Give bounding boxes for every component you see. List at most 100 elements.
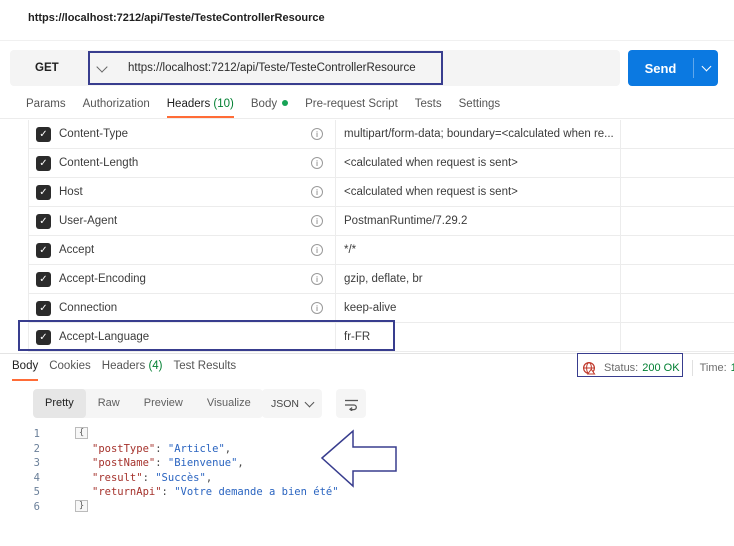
line-number: 2 xyxy=(33,442,40,455)
wrap-lines-button[interactable] xyxy=(336,389,366,418)
view-mode-pretty[interactable]: Pretty xyxy=(33,389,86,418)
method-chevron-down-icon[interactable] xyxy=(96,60,108,73)
status-label: Status: xyxy=(604,361,639,374)
header-checkbox[interactable]: ✓ xyxy=(29,323,59,351)
view-mode-preview[interactable]: Preview xyxy=(132,389,195,418)
time-label: Time: xyxy=(699,361,727,374)
response-tab-cookies[interactable]: Cookies xyxy=(49,354,91,381)
header-key-cell[interactable]: Connection i xyxy=(59,294,336,322)
header-checkbox[interactable]: ✓ xyxy=(29,236,59,264)
tab-params[interactable]: Params xyxy=(26,92,66,118)
tab-pre-request-script[interactable]: Pre-request Script xyxy=(305,92,398,118)
request-url-bar: GET https://localhost:7212/api/Teste/Tes… xyxy=(10,50,620,86)
header-checkbox[interactable]: ✓ xyxy=(29,149,59,177)
response-tab-test-results[interactable]: Test Results xyxy=(174,354,237,381)
response-tab-headers[interactable]: Headers (4) xyxy=(102,354,163,381)
format-selector-value: JSON xyxy=(270,397,299,410)
info-icon: i xyxy=(311,128,323,140)
view-mode-raw[interactable]: Raw xyxy=(86,389,132,418)
header-checkbox[interactable]: ✓ xyxy=(29,120,59,148)
response-section-header: Body Cookies Headers (4) Test Results St… xyxy=(0,353,734,381)
header-value-cell[interactable]: fr-FR xyxy=(336,323,621,351)
view-mode-visualize[interactable]: Visualize xyxy=(195,389,263,418)
fold-marker[interactable]: { xyxy=(75,427,88,439)
code-line: 6} xyxy=(0,499,734,515)
send-options-button[interactable] xyxy=(694,61,718,72)
line-number: 1 xyxy=(33,428,40,440)
tab-settings[interactable]: Settings xyxy=(459,92,501,118)
tab-headers-count: (10) xyxy=(213,98,234,110)
response-meta-info: Status: 200 OK Time: 12 m xyxy=(582,354,734,381)
tab-headers[interactable]: Headers (10) xyxy=(166,92,234,118)
format-selector[interactable]: JSON xyxy=(262,389,322,418)
header-key: Connection xyxy=(59,302,118,314)
header-value-cell[interactable]: multipart/form-data; boundary=<calculate… xyxy=(336,120,621,148)
response-tab-body[interactable]: Body xyxy=(12,354,39,381)
checkbox-check-icon: ✓ xyxy=(36,184,51,200)
tab-body[interactable]: Body xyxy=(250,92,289,118)
header-key: Accept-Language xyxy=(59,331,150,343)
header-value-cell[interactable]: */* xyxy=(336,236,621,264)
header-value-cell[interactable]: keep-alive xyxy=(336,294,621,322)
header-checkbox[interactable]: ✓ xyxy=(29,178,59,206)
response-tab-headers-count: (4) xyxy=(148,360,163,372)
request-title[interactable]: https://localhost:7212/api/Teste/TesteCo… xyxy=(28,12,325,24)
method-selector[interactable]: GET xyxy=(10,62,98,74)
header-extra-cell xyxy=(621,323,734,351)
tab-body-label: Body xyxy=(250,98,278,110)
header-key-cell[interactable]: User-Agent i xyxy=(59,207,336,235)
header-value-cell[interactable]: <calculated when request is sent> xyxy=(336,178,621,206)
header-checkbox[interactable]: ✓ xyxy=(29,265,59,293)
header-key-cell[interactable]: Host i xyxy=(59,178,336,206)
json-key: "postType" xyxy=(92,442,156,455)
send-button[interactable]: Send xyxy=(628,50,718,86)
chevron-down-icon xyxy=(304,397,315,407)
tab-tests[interactable]: Tests xyxy=(415,92,442,118)
json-colon: : xyxy=(142,471,156,484)
status-badge: 200 OK xyxy=(642,361,680,374)
header-key-cell[interactable]: Accept-Languagei xyxy=(59,323,336,351)
json-colon: : xyxy=(155,442,168,455)
header-value-cell[interactable]: PostmanRuntime/7.29.2 xyxy=(336,207,621,235)
line-number: 4 xyxy=(33,471,40,484)
code-line: 2 "postType": "Article", xyxy=(0,442,734,457)
json-key: "returnApi" xyxy=(92,486,162,499)
header-value: <calculated when request is sent> xyxy=(344,157,518,169)
response-tabs: Body Cookies Headers (4) Test Results xyxy=(12,354,236,381)
header-value: <calculated when request is sent> xyxy=(344,186,518,198)
header-key-cell[interactable]: Content-Length i xyxy=(59,149,336,177)
header-value-cell[interactable]: <calculated when request is sent> xyxy=(336,149,621,177)
header-row: ✓ Content-Length i <calculated when reque… xyxy=(28,149,734,178)
url-input[interactable]: https://localhost:7212/api/Teste/TesteCo… xyxy=(128,62,416,74)
header-row: ✓ Host i <calculated when request is sent… xyxy=(28,178,734,207)
chevron-down-icon xyxy=(701,61,711,72)
meta-divider xyxy=(691,359,693,376)
json-line: "result": "Succès", xyxy=(92,472,212,484)
checkbox-check-icon: ✓ xyxy=(36,271,51,287)
header-checkbox[interactable]: ✓ xyxy=(29,294,59,322)
checkbox-check-icon: ✓ xyxy=(36,126,51,142)
header-extra-cell xyxy=(621,178,734,206)
json-value: "Votre demande a bien été" xyxy=(174,486,339,499)
tab-authorization[interactable]: Authorization xyxy=(83,92,150,118)
header-key: Content-Type xyxy=(59,128,129,140)
view-mode-group: Pretty Raw Preview Visualize xyxy=(33,389,263,418)
checkbox-check-icon: ✓ xyxy=(36,213,51,229)
header-key: Accept-Encoding xyxy=(59,273,146,285)
json-comma: , xyxy=(224,442,232,455)
header-checkbox[interactable]: ✓ xyxy=(29,207,59,235)
header-key-cell[interactable]: Accept-Encoding i xyxy=(59,265,336,293)
json-colon: : xyxy=(155,457,168,470)
headers-table: ✓ Content-Type i multipart/form-data; bou… xyxy=(0,120,734,352)
header-extra-cell xyxy=(621,207,734,235)
header-key-cell[interactable]: Content-Type i xyxy=(59,120,336,148)
header-key-cell[interactable]: Accept i xyxy=(59,236,336,264)
wrap-lines-icon xyxy=(344,399,358,411)
network-warning-icon xyxy=(582,361,596,374)
fold-marker[interactable]: } xyxy=(75,499,88,512)
request-tabs: Params Authorization Headers (10) Body P… xyxy=(0,92,734,119)
header-value: fr-FR xyxy=(344,331,371,343)
checkbox-check-icon: ✓ xyxy=(36,155,51,171)
header-key: Accept xyxy=(59,244,95,256)
header-value-cell[interactable]: gzip, deflate, br xyxy=(336,265,621,293)
